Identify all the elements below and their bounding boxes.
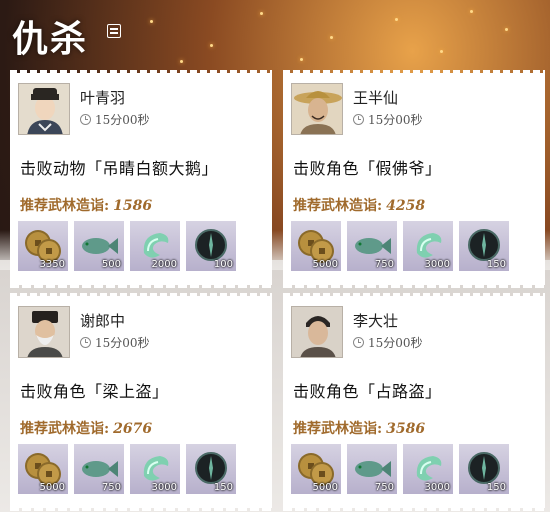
rec-value: 3586	[386, 421, 426, 437]
jade-swirl-icon[interactable]: 3000	[403, 444, 453, 494]
portrait-young-scholar	[19, 84, 69, 134]
reward-list: 5000 750 3000 150	[291, 221, 509, 271]
objective-text: 击败动物「吊睛白额大鹅」	[20, 159, 219, 178]
copper-coins-icon[interactable]: 3350	[18, 221, 68, 271]
reward-qty: 3000	[424, 482, 450, 493]
avatar	[291, 83, 343, 135]
dark-orb-icon[interactable]: 150	[459, 444, 509, 494]
reward-list: 5000 750 3000 150	[18, 444, 236, 494]
bounty-card[interactable]: 李大壮 15分00秒 击败角色「占路盗」 推荐武林造诣: 3586 5000 75…	[283, 293, 545, 511]
jade-swirl-icon[interactable]: 3000	[403, 221, 453, 271]
reward-list: 5000 750 3000 150	[291, 444, 509, 494]
fish-icon[interactable]: 500	[74, 221, 124, 271]
recommended-level: 推荐武林造诣: 2676	[20, 418, 152, 438]
time-remaining: 15分00秒	[353, 334, 423, 351]
time-remaining: 15分00秒	[353, 111, 423, 128]
npc-name: 李大壮	[353, 312, 399, 330]
dark-orb-icon[interactable]: 150	[459, 221, 509, 271]
clock-icon	[353, 114, 364, 125]
fish-icon[interactable]: 750	[74, 444, 124, 494]
bounty-card[interactable]: 谢郎中 15分00秒 击败角色「梁上盗」 推荐武林造诣: 2676 5000 75…	[10, 293, 272, 511]
reward-qty: 5000	[39, 482, 65, 493]
clock-icon	[80, 337, 91, 348]
rec-value: 1586	[113, 198, 153, 214]
rec-value: 4258	[386, 198, 426, 214]
reward-qty: 5000	[312, 482, 338, 493]
reward-qty: 750	[374, 482, 394, 493]
page-title: 仇杀	[12, 18, 89, 60]
reward-qty: 150	[486, 259, 506, 270]
recommended-level: 推荐武林造诣: 1586	[20, 195, 152, 215]
reward-qty: 750	[101, 482, 121, 493]
time-value: 15分00秒	[95, 113, 150, 127]
objective-text: 击败角色「占路盗」	[293, 382, 442, 401]
portrait-straw-hat-man	[292, 84, 342, 134]
npc-name: 谢郎中	[80, 312, 126, 330]
bounty-card[interactable]: 王半仙 15分00秒 击败角色「假佛爷」 推荐武林造诣: 4258 5000 75…	[283, 70, 545, 288]
rec-label: 推荐武林造诣:	[293, 421, 383, 437]
jade-swirl-icon[interactable]: 2000	[130, 221, 180, 271]
time-remaining: 15分00秒	[80, 334, 150, 351]
rec-label: 推荐武林造诣:	[293, 198, 383, 214]
recommended-level: 推荐武林造诣: 3586	[293, 418, 425, 438]
recommended-level: 推荐武林造诣: 4258	[293, 195, 425, 215]
reward-qty: 3350	[39, 259, 65, 270]
rec-label: 推荐武林造诣:	[20, 198, 110, 214]
time-value: 15分00秒	[368, 113, 423, 127]
fish-icon[interactable]: 750	[347, 444, 397, 494]
npc-name: 王半仙	[353, 89, 399, 107]
copper-coins-icon[interactable]: 5000	[18, 444, 68, 494]
jade-swirl-icon[interactable]: 3000	[130, 444, 180, 494]
avatar	[18, 306, 70, 358]
dark-orb-icon[interactable]: 100	[186, 221, 236, 271]
reward-qty: 750	[374, 259, 394, 270]
copper-coins-icon[interactable]: 5000	[291, 221, 341, 271]
portrait-young-man	[292, 307, 342, 357]
reward-qty: 100	[213, 259, 233, 270]
portrait-old-doctor	[19, 307, 69, 357]
reward-qty: 2000	[151, 259, 177, 270]
time-remaining: 15分00秒	[80, 111, 150, 128]
copper-coins-icon[interactable]: 5000	[291, 444, 341, 494]
objective-text: 击败角色「梁上盗」	[20, 382, 169, 401]
time-value: 15分00秒	[368, 336, 423, 350]
reward-qty: 150	[213, 482, 233, 493]
avatar	[291, 306, 343, 358]
fish-icon[interactable]: 750	[347, 221, 397, 271]
reward-qty: 3000	[151, 482, 177, 493]
rec-label: 推荐武林造诣:	[20, 421, 110, 437]
reward-qty: 500	[101, 259, 121, 270]
dark-orb-icon[interactable]: 150	[186, 444, 236, 494]
reward-qty: 5000	[312, 259, 338, 270]
reward-qty: 150	[486, 482, 506, 493]
rec-value: 2676	[113, 421, 153, 437]
reward-qty: 3000	[424, 259, 450, 270]
reward-list: 3350 500 2000 100	[18, 221, 236, 271]
avatar	[18, 83, 70, 135]
clock-icon	[353, 337, 364, 348]
time-value: 15分00秒	[95, 336, 150, 350]
objective-text: 击败角色「假佛爷」	[293, 159, 442, 178]
npc-name: 叶青羽	[80, 89, 126, 107]
list-icon[interactable]	[107, 24, 121, 38]
bounty-card[interactable]: 叶青羽 15分00秒 击败动物「吊睛白额大鹅」 推荐武林造诣: 1586 3350…	[10, 70, 272, 288]
clock-icon	[80, 114, 91, 125]
